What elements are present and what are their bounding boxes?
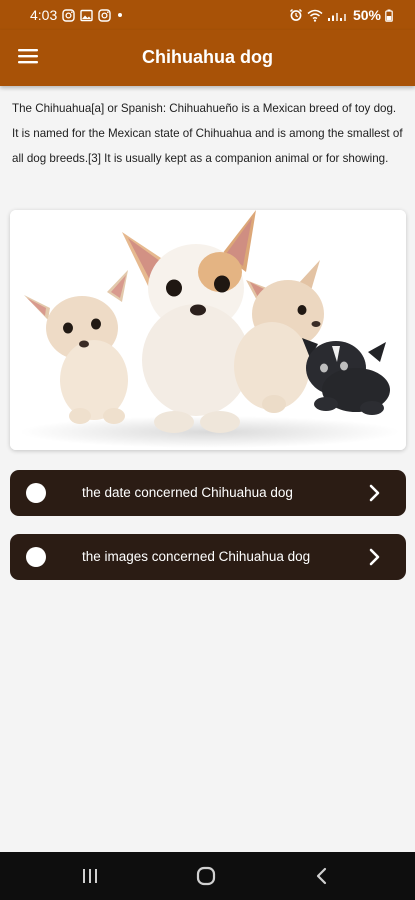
radio-circle-icon <box>26 483 46 503</box>
page-title: Chihuahua dog <box>142 47 273 67</box>
main-content: The Chihuahua[a] or Spanish: Chihuahueño… <box>0 86 415 450</box>
status-right: 50% <box>289 7 393 23</box>
home-button[interactable] <box>194 864 218 888</box>
battery-percent: 50% <box>352 7 381 23</box>
app-bar: Chihuahua dog <box>0 30 415 86</box>
home-icon <box>196 866 216 886</box>
radio-circle-icon <box>26 547 46 567</box>
dates-button[interactable]: the date concerned Chihuahua dog <box>10 470 406 516</box>
chevron-right-icon <box>369 548 380 566</box>
wifi-icon <box>307 9 323 22</box>
chihuahua-puppies-image <box>10 210 406 450</box>
dates-button-label: the date concerned Chihuahua dog <box>82 485 293 500</box>
dog-image-card <box>10 210 406 450</box>
status-left: 4:03 <box>30 7 124 23</box>
notification-dot-icon <box>116 11 124 19</box>
gallery-icon <box>80 9 93 22</box>
chevron-right-icon <box>369 484 380 502</box>
status-time: 4:03 <box>30 7 58 23</box>
battery-icon <box>385 9 393 22</box>
images-button[interactable]: the images concerned Chihuahua dog <box>10 534 406 580</box>
instagram-icon <box>98 8 111 22</box>
system-navigation-bar <box>0 852 415 900</box>
back-button[interactable] <box>310 864 334 888</box>
alarm-icon <box>289 8 303 22</box>
back-icon <box>316 867 327 885</box>
signal-icon <box>327 9 349 22</box>
intro-paragraph: The Chihuahua[a] or Spanish: Chihuahueño… <box>12 102 403 165</box>
status-bar: 4:03 50% <box>0 0 415 30</box>
instagram-icon <box>62 8 75 22</box>
images-button-label: the images concerned Chihuahua dog <box>82 549 311 564</box>
recent-apps-icon <box>83 869 97 883</box>
recent-apps-button[interactable] <box>78 864 102 888</box>
